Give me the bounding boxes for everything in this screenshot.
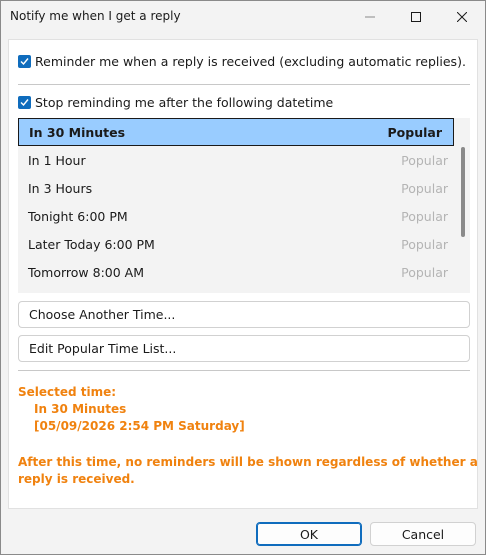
selected-time-datetime: [05/09/2026 2:54 PM Saturday]: [34, 419, 245, 433]
time-list[interactable]: In 30 Minutes Popular In 1 Hour Popular …: [18, 118, 470, 293]
checkmark-icon: [20, 58, 29, 66]
close-icon: [457, 11, 467, 22]
selected-time-value: In 30 Minutes: [34, 402, 127, 416]
dialog-content: Reminder me when a reply is received (ex…: [8, 39, 478, 509]
reminder-label: Reminder me when a reply is received (ex…: [35, 54, 466, 69]
time-list-item-label: In 1 Hour: [28, 152, 86, 168]
maximize-icon: [411, 11, 421, 22]
stop-reminding-label: Stop reminding me after the following da…: [35, 95, 334, 110]
time-list-item[interactable]: In 30 Minutes Popular: [18, 118, 454, 146]
time-list-item[interactable]: Tomorrow 8:00 AM Popular: [18, 258, 459, 286]
dialog-window: Notify me when I get a reply Reminder me…: [0, 0, 486, 555]
time-list-item-label: In 3 Hours: [28, 180, 93, 196]
choose-another-time-button[interactable]: Choose Another Time...: [18, 301, 470, 328]
stop-reminding-checkbox-row[interactable]: Stop reminding me after the following da…: [18, 95, 333, 110]
time-list-item-tag: Popular: [401, 180, 448, 196]
time-list-item-label: Tonight 6:00 PM: [28, 208, 128, 224]
time-list-item[interactable]: Later Today 6:00 PM Popular: [18, 230, 459, 258]
time-list-item[interactable]: Tonight 6:00 PM Popular: [18, 202, 459, 230]
time-list-item-tag: Popular: [387, 124, 442, 140]
time-list-item[interactable]: In 1 Hour Popular: [18, 146, 459, 174]
title-bar[interactable]: Notify me when I get a reply: [1, 1, 485, 32]
window-title: Notify me when I get a reply: [10, 9, 181, 23]
time-list-item-tag: Popular: [401, 208, 448, 224]
reminder-checkbox[interactable]: [18, 55, 31, 68]
time-list-item-label: Tomorrow 8:00 AM: [28, 264, 144, 280]
divider: [18, 84, 470, 85]
ok-button[interactable]: OK: [256, 522, 362, 546]
stop-reminding-checkbox[interactable]: [18, 96, 31, 109]
scrollbar-thumb[interactable]: [461, 147, 465, 237]
selected-time-heading: Selected time:: [18, 385, 117, 399]
cancel-button[interactable]: Cancel: [370, 522, 476, 546]
time-list-item-tag: Popular: [401, 236, 448, 252]
time-list-item-label: Later Today 6:00 PM: [28, 236, 155, 252]
close-button[interactable]: [439, 1, 485, 32]
reminder-checkbox-row[interactable]: Reminder me when a reply is received (ex…: [18, 54, 466, 69]
time-list-item-label: In 30 Minutes: [29, 124, 126, 140]
time-list-item-tag: Popular: [401, 152, 448, 168]
maximize-button[interactable]: [393, 1, 439, 32]
minimize-icon: [365, 16, 375, 17]
minimize-button[interactable]: [347, 1, 393, 32]
edit-popular-time-list-button[interactable]: Edit Popular Time List...: [18, 335, 470, 362]
reminder-warning-text: After this time, no reminders will be sh…: [18, 455, 478, 486]
time-list-item-tag: Popular: [401, 264, 448, 280]
checkmark-icon: [20, 99, 29, 107]
divider: [18, 370, 470, 371]
time-list-item[interactable]: In 3 Hours Popular: [18, 174, 459, 202]
